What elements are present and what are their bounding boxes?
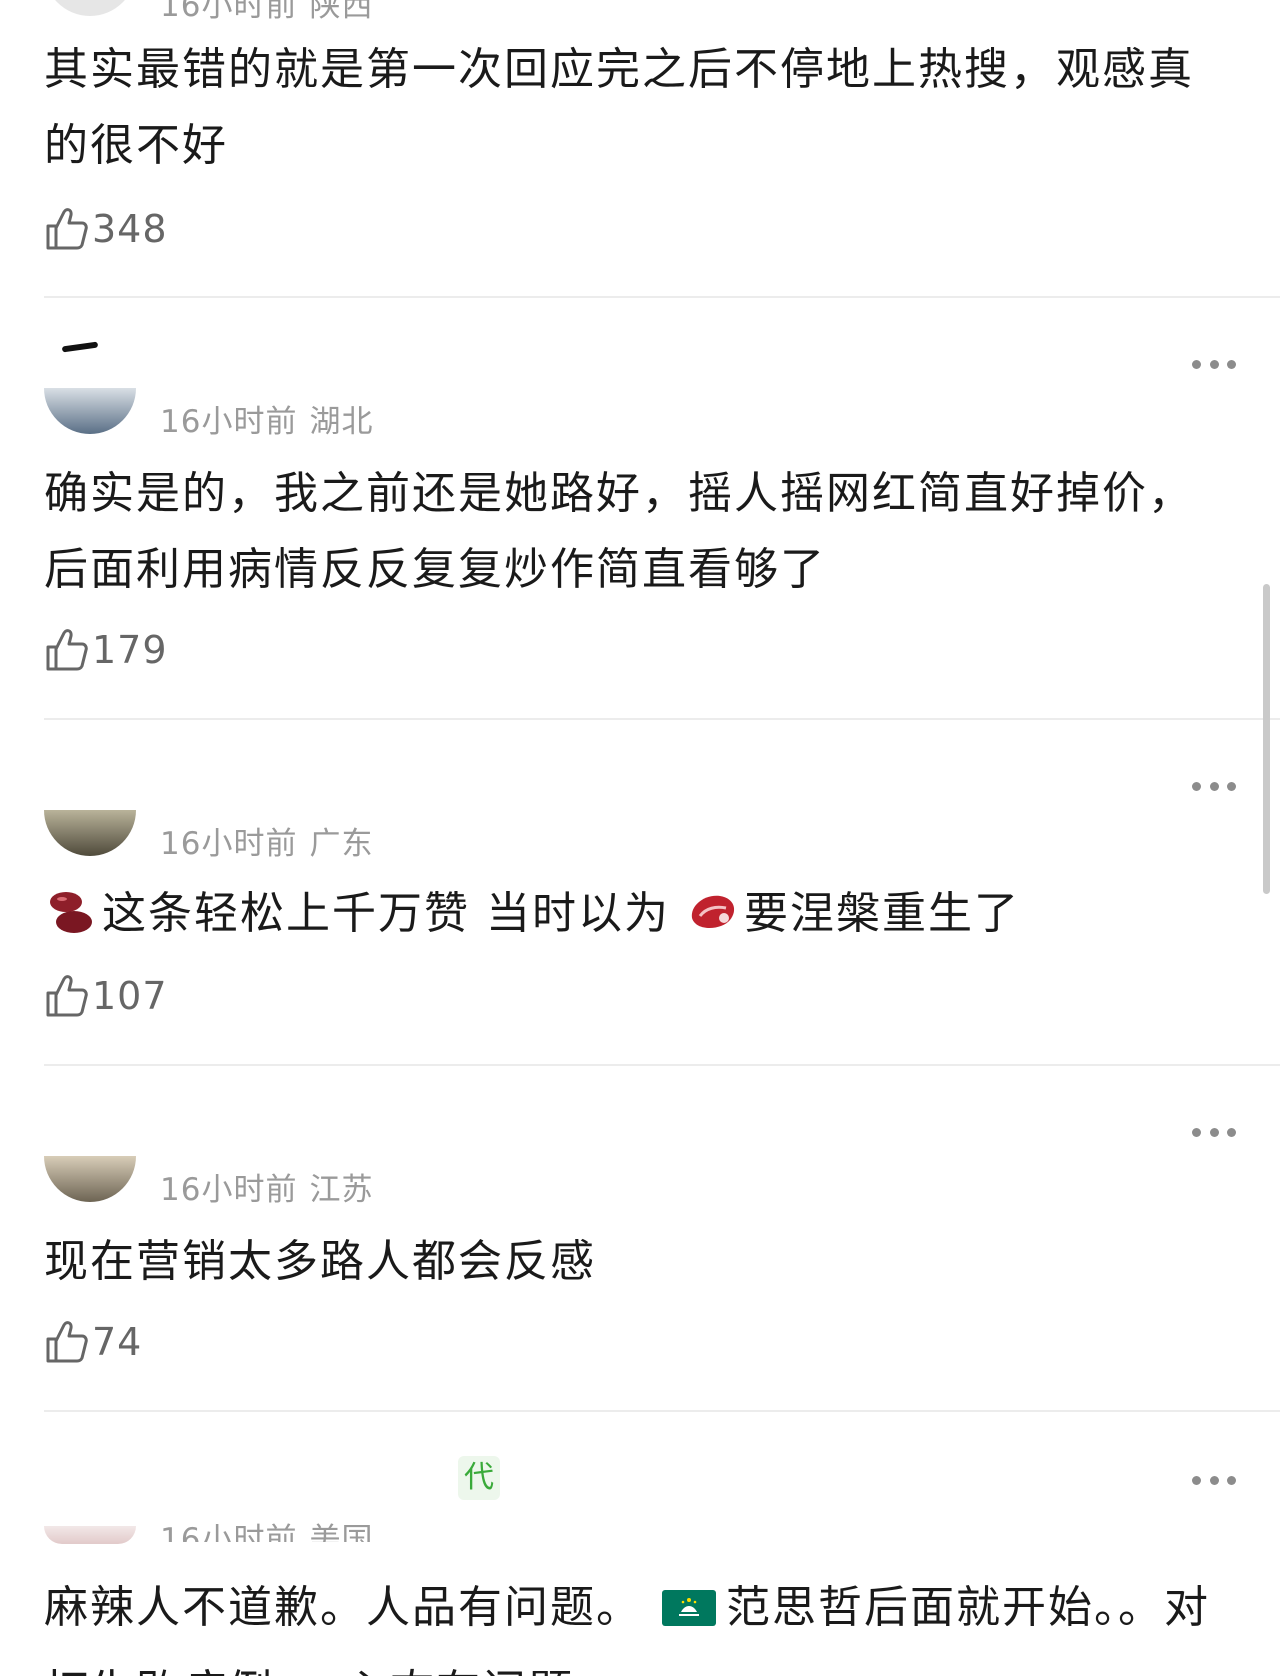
avatar[interactable] [44, 1156, 136, 1202]
more-dot [1227, 1475, 1236, 1485]
comment-time: 16小时前 [160, 1172, 298, 1208]
comment-location: 广东 [309, 826, 374, 862]
comment-meta: 16小时前 湖北 [160, 396, 373, 441]
comment-meta: 16小时前 陕西 [160, 0, 373, 25]
more-dot [1227, 359, 1236, 369]
more-dot [1227, 1127, 1236, 1137]
comment-location: 湖北 [309, 404, 374, 440]
comment-time: 16小时前 [160, 0, 298, 24]
avatar-fragment [61, 341, 99, 353]
comment-text: 现在营销太多路人都会反感 [44, 1236, 596, 1287]
thumbs-up-icon [46, 975, 88, 1017]
comment-meta: 16小时前 广东 [160, 818, 373, 863]
avatar[interactable] [44, 810, 136, 856]
scrollbar[interactable] [1263, 584, 1270, 894]
thumbs-up-icon [46, 208, 88, 250]
more-dot [1227, 781, 1236, 791]
comment-time: 16小时前 [160, 404, 298, 440]
comment-text-cutoff: 打失败病例。。心态有问题 [44, 1655, 574, 1676]
thumbs-up-icon [46, 629, 88, 671]
thumbs-up-icon [46, 1321, 88, 1363]
divider [44, 718, 1280, 720]
comment-text: 麻辣人不道歉。人品有问题。 范思哲后面就开始。。对 [44, 1570, 1224, 1646]
like-button[interactable]: 107 [44, 972, 168, 1020]
beans-emoji [50, 892, 92, 933]
more-dot [1209, 1127, 1219, 1137]
like-count: 74 [92, 1320, 143, 1364]
comment-text-part: 要涅槃重生了 [744, 888, 1020, 939]
like-button[interactable]: 179 [44, 626, 168, 674]
more-button[interactable] [1192, 358, 1236, 370]
comment-time: 16小时前 [160, 826, 298, 862]
like-count: 179 [92, 628, 168, 672]
avatar[interactable] [44, 1526, 136, 1544]
comment-text-part: 这条轻松上千万赞 当时以为 [102, 888, 670, 939]
more-button[interactable] [1192, 780, 1236, 792]
more-dot [1209, 781, 1219, 791]
like-count: 348 [92, 207, 168, 251]
comment-location: 陕西 [309, 0, 374, 24]
divider [44, 1410, 1280, 1412]
avatar[interactable] [44, 0, 136, 16]
comment-meta: 16小时前 美国 [160, 1514, 373, 1542]
avatar[interactable] [44, 388, 136, 434]
user-badge: 代 [458, 1456, 500, 1500]
steak-emoji [691, 895, 735, 928]
comment-text-part: 范思哲后面就开始。。对 [726, 1582, 1210, 1633]
like-button[interactable]: 348 [44, 205, 168, 253]
comment-text: 其实最错的就是第一次回应完之后不停地上热搜，观感真的很不好 [44, 44, 1194, 171]
comment-text-part: 麻辣人不道歉。人品有问题。 [44, 1582, 642, 1633]
more-button[interactable] [1192, 1126, 1236, 1138]
divider [44, 296, 1280, 298]
like-button[interactable]: 74 [44, 1318, 142, 1366]
like-count: 107 [92, 974, 168, 1018]
more-dot [1209, 359, 1219, 369]
more-dots-icon [1192, 1127, 1201, 1137]
more-button[interactable] [1192, 1474, 1236, 1486]
more-dot [1209, 1475, 1219, 1485]
divider [44, 1064, 1280, 1066]
comment-text: 确实是的，我之前还是她路好，摇人摇网红简直好掉价，后面利用病情反反复复炒作简直看… [44, 468, 1194, 595]
comment-text: 这条轻松上千万赞 当时以为 要涅槃重生了 [44, 876, 1224, 952]
comment-meta: 16小时前 江苏 [160, 1164, 373, 1209]
macau-flag [662, 1590, 716, 1626]
more-dots-icon [1192, 359, 1201, 369]
more-dots-icon [1192, 1475, 1201, 1485]
comment-location: 美国 [309, 1522, 374, 1542]
comment-location: 江苏 [309, 1172, 374, 1208]
more-dots-icon [1192, 781, 1201, 791]
comment-time: 16小时前 [160, 1522, 298, 1542]
